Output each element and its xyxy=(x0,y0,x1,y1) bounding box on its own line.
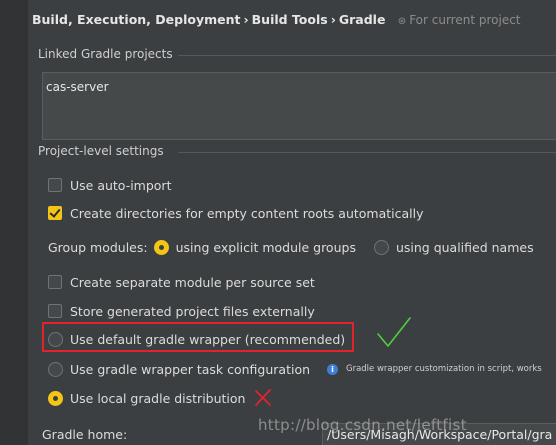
section-divider xyxy=(178,55,556,56)
radio-button[interactable] xyxy=(48,390,63,406)
list-item[interactable]: cas-server xyxy=(43,77,556,97)
info-icon: i xyxy=(327,363,338,375)
linked-projects-title: Linked Gradle projects xyxy=(38,47,173,61)
checkbox-box[interactable] xyxy=(48,275,62,289)
breadcrumb-separator: › xyxy=(243,12,249,27)
breadcrumb: Build, Execution, Deployment › Build Tools… xyxy=(32,12,521,27)
radio-label: using explicit module groups xyxy=(175,239,356,255)
red-highlight-annotation xyxy=(42,322,354,352)
radio-explicit-groups[interactable] xyxy=(153,239,169,255)
breadcrumb-item: Gradle xyxy=(338,12,386,27)
group-modules-label: Group modules: xyxy=(48,239,148,255)
radio-label: Use local gradle distribution xyxy=(70,390,246,406)
store-externally-checkbox[interactable]: Store generated project files externally xyxy=(48,301,315,321)
project-scope-icon: ⊛ xyxy=(397,16,407,27)
checkbox-label: Create separate module per source set xyxy=(70,274,315,290)
hint-text: Gradle wrapper customization in script, … xyxy=(346,364,542,374)
gradle-settings-panel: Build, Execution, Deployment › Build Tools… xyxy=(28,0,556,445)
create-directories-checkbox[interactable]: Create directories for empty content roo… xyxy=(48,203,424,223)
gradle-home-label: Gradle home: xyxy=(42,427,128,442)
wrapper-hint: i Gradle wrapper customization in script… xyxy=(327,359,542,379)
checkbox-box[interactable] xyxy=(48,206,62,220)
section-divider xyxy=(178,152,556,153)
checkbox-label: Store generated project files externally xyxy=(70,303,315,319)
wrapper-task-radio[interactable]: Use gradle wrapper task configuration xyxy=(48,359,310,379)
radio-label: Use gradle wrapper task configuration xyxy=(70,361,311,377)
left-panel-strip xyxy=(0,0,29,445)
green-checkmark-annotation xyxy=(377,317,411,347)
red-cross-annotation xyxy=(255,389,271,406)
watermark: http://blog.csdn.net/leftfist xyxy=(258,416,467,434)
scope-text: For current project xyxy=(409,13,521,27)
checkbox-label: Use auto-import xyxy=(70,177,172,193)
radio-label: using qualified names xyxy=(395,239,534,255)
radio-button[interactable] xyxy=(48,361,63,377)
checkbox-label: Create directories for empty content roo… xyxy=(70,205,424,221)
scope-indicator: ⊛ For current project xyxy=(398,13,521,27)
local-distribution-radio[interactable]: Use local gradle distribution xyxy=(48,388,245,408)
group-modules-row: Group modules: using explicit module gro… xyxy=(48,237,534,257)
breadcrumb-item: Build Tools xyxy=(251,12,328,27)
breadcrumb-separator: › xyxy=(330,12,336,27)
breadcrumb-item: Build, Execution, Deployment xyxy=(32,12,241,27)
radio-qualified-names[interactable] xyxy=(373,239,389,255)
project-settings-title: Project-level settings xyxy=(38,144,164,158)
checkbox-box[interactable] xyxy=(48,178,62,192)
separate-module-checkbox[interactable]: Create separate module per source set xyxy=(48,272,315,292)
linked-projects-list[interactable]: cas-server xyxy=(42,72,556,140)
checkbox-box[interactable] xyxy=(48,304,62,318)
use-auto-import-checkbox[interactable]: Use auto-import xyxy=(48,175,171,195)
